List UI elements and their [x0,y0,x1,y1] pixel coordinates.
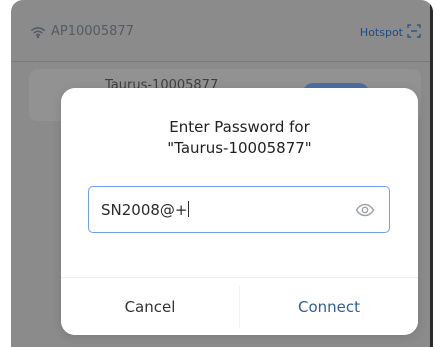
top-divider [11,61,433,62]
top-bar: AP10005877 Hotspot [11,0,433,62]
screen: AP10005877 Hotspot Taurus-10005877 Enter… [0,0,436,347]
current-network[interactable]: AP10005877 [30,24,134,39]
hotspot-label: Hotspot [359,26,403,39]
connect-button[interactable]: Connect [240,278,418,335]
hotspot-button[interactable]: Hotspot [360,24,421,41]
password-dialog: Enter Password for "Taurus-10005877" SN2… [61,88,418,335]
dialog-actions: Cancel Connect [61,277,418,335]
device-frame: AP10005877 Hotspot Taurus-10005877 Enter… [11,0,433,347]
hotspot-scan-icon [407,24,421,41]
cancel-button[interactable]: Cancel [61,278,239,335]
wifi-icon [30,25,46,39]
network-name: AP10005877 [51,24,134,39]
password-text: SN2008@+ [101,201,188,219]
dialog-title-line-1: Enter Password for [169,118,310,136]
eye-icon[interactable] [355,202,375,218]
password-field[interactable]: SN2008@+ [88,186,390,233]
dialog-title-line-2: "Taurus-10005877" [167,139,312,157]
dialog-title: Enter Password for "Taurus-10005877" [61,117,418,159]
text-cursor [188,201,190,217]
password-value: SN2008@+ [101,201,190,219]
